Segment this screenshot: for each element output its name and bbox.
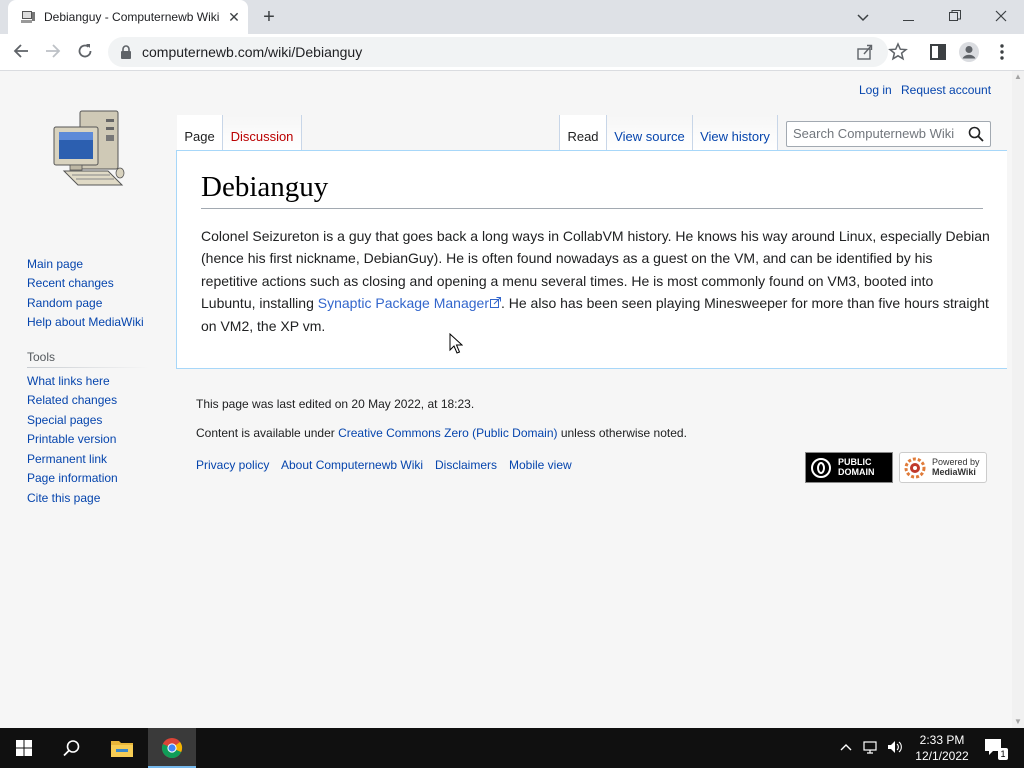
chrome-taskbar-button[interactable] — [148, 728, 196, 768]
windows-start-icon — [16, 740, 32, 756]
login-link[interactable]: Log in — [859, 83, 892, 97]
sidebar-item-printable-version[interactable]: Printable version — [27, 432, 116, 446]
sidebar-item-what-links-here[interactable]: What links here — [27, 374, 110, 388]
windows-taskbar: 2:33 PM 12/1/2022 1 — [0, 728, 1024, 768]
sidebar-item-related-changes[interactable]: Related changes — [27, 393, 117, 407]
wiki-logo-icon[interactable] — [50, 109, 126, 195]
license-text-after: unless otherwise noted. — [557, 426, 687, 440]
search-button[interactable] — [48, 728, 96, 768]
file-explorer-icon — [111, 741, 133, 757]
star-icon[interactable] — [888, 42, 908, 62]
sidebar-item-help[interactable]: Help about MediaWiki — [27, 315, 144, 329]
more-icon[interactable] — [992, 42, 1012, 62]
close-window-icon[interactable] — [990, 6, 1012, 28]
reload-icon[interactable] — [74, 42, 96, 64]
notification-count-badge: 1 — [998, 748, 1008, 760]
synaptic-link-text[interactable]: Synaptic Package Manager — [318, 295, 489, 311]
tab-close-icon[interactable]: ✕ — [226, 9, 242, 25]
tab-strip: Debianguy - Computernewb Wiki ✕ + — [0, 0, 1024, 34]
show-hidden-icons-icon[interactable] — [838, 739, 854, 755]
tab-read[interactable]: Read — [559, 115, 606, 150]
cc-zero-line1: PUBLIC — [838, 457, 872, 467]
last-edited-text: This page was last edited on 20 May 2022… — [196, 397, 475, 411]
search-icon[interactable] — [968, 126, 984, 142]
powered-by-mediawiki-badge[interactable]: Powered by MediaWiki — [899, 452, 987, 483]
clock-time: 2:33 PM — [919, 733, 965, 747]
sidebar-item-recent-changes[interactable]: Recent changes — [27, 276, 114, 290]
tab-title: Debianguy - Computernewb Wiki — [44, 10, 220, 24]
tab-view-history[interactable]: View history — [692, 115, 778, 150]
file-explorer-button[interactable] — [98, 728, 146, 768]
footer-privacy-link[interactable]: Privacy policy — [196, 458, 269, 472]
sidebar-item-random-page[interactable]: Random page — [27, 296, 102, 310]
sidebar-item-cite-this-page[interactable]: Cite this page — [27, 491, 100, 505]
cc-zero-icon — [811, 458, 831, 478]
network-icon[interactable] — [862, 739, 878, 755]
clock-date: 12/1/2022 — [915, 749, 969, 763]
footer-mobile-view-link[interactable]: Mobile view — [509, 458, 572, 472]
browser-tab[interactable]: Debianguy - Computernewb Wiki ✕ — [8, 0, 248, 34]
scroll-down-icon[interactable]: ▼ — [1012, 716, 1024, 728]
search-input[interactable]: Search Computernewb Wiki — [793, 126, 954, 141]
system-clock[interactable]: 2:33 PM 12/1/2022 — [910, 732, 974, 764]
page-title: Debianguy — [201, 171, 329, 203]
back-icon[interactable] — [10, 42, 32, 64]
forward-icon[interactable] — [42, 42, 64, 64]
sidebar-item-permanent-link[interactable]: Permanent link — [27, 452, 107, 466]
page-scrollbar[interactable]: ▲ ▼ — [1012, 71, 1024, 728]
sidebar-item-main-page[interactable]: Main page — [27, 257, 83, 271]
article-paragraph: Colonel Seizureton is a guy that goes ba… — [201, 225, 991, 337]
content-area: Debianguy Colonel Seizureton is a guy th… — [176, 150, 1007, 369]
scroll-up-icon[interactable]: ▲ — [1012, 71, 1024, 83]
tab-page[interactable]: Page — [177, 115, 222, 150]
minimize-icon[interactable] — [898, 6, 920, 28]
profile-icon[interactable] — [958, 41, 980, 63]
mediawiki-line2: MediaWiki — [932, 467, 976, 477]
sidepanel-icon[interactable] — [928, 42, 948, 62]
wiki-page: Log in Request account Main page Recent … — [0, 71, 1012, 728]
license-link[interactable]: Creative Commons Zero (Public Domain) — [338, 426, 557, 440]
mouse-cursor — [449, 333, 463, 354]
url-text[interactable]: computernewb.com/wiki/Debianguy — [142, 44, 362, 60]
search-icon — [63, 740, 80, 757]
search-box[interactable]: Search Computernewb Wiki — [786, 121, 991, 147]
external-link-icon — [489, 297, 501, 309]
cc-zero-text: PUBLIC DOMAIN — [838, 457, 892, 477]
start-button[interactable] — [0, 728, 48, 768]
tools-divider — [27, 367, 149, 368]
tools-heading: Tools — [27, 350, 56, 364]
license-text: Content is available under Creative Comm… — [196, 426, 687, 440]
browser-toolbar: computernewb.com/wiki/Debianguy — [0, 34, 1024, 71]
chrome-icon — [161, 738, 183, 759]
request-account-link[interactable]: Request account — [901, 83, 991, 97]
cc-zero-line2: DOMAIN — [838, 467, 875, 477]
mediawiki-line1: Powered by — [932, 457, 980, 467]
tab-discussion[interactable]: Discussion — [222, 115, 302, 150]
footer-disclaimers-link[interactable]: Disclaimers — [435, 458, 497, 472]
restore-icon[interactable] — [944, 6, 966, 28]
lock-icon[interactable] — [120, 45, 132, 59]
mediawiki-badge-text: Powered by MediaWiki — [932, 457, 986, 477]
sidebar-item-special-pages[interactable]: Special pages — [27, 413, 102, 427]
title-divider — [201, 208, 983, 209]
share-icon[interactable] — [856, 43, 874, 61]
synaptic-link[interactable]: Synaptic Package Manager — [318, 295, 501, 311]
footer-about-link[interactable]: About Computernewb Wiki — [281, 458, 423, 472]
new-tab-button[interactable]: + — [258, 6, 280, 28]
license-text-before: Content is available under — [196, 426, 339, 440]
tab-search-chevron-icon[interactable] — [852, 6, 874, 28]
tab-view-source[interactable]: View source — [606, 115, 692, 150]
computer-favicon-icon — [21, 11, 35, 23]
address-bar[interactable]: computernewb.com/wiki/Debianguy — [108, 37, 888, 67]
volume-icon[interactable] — [886, 739, 902, 755]
mediawiki-flower-icon — [904, 457, 926, 479]
cc-zero-badge[interactable]: PUBLIC DOMAIN — [805, 452, 893, 483]
sidebar-item-page-information[interactable]: Page information — [27, 471, 118, 485]
